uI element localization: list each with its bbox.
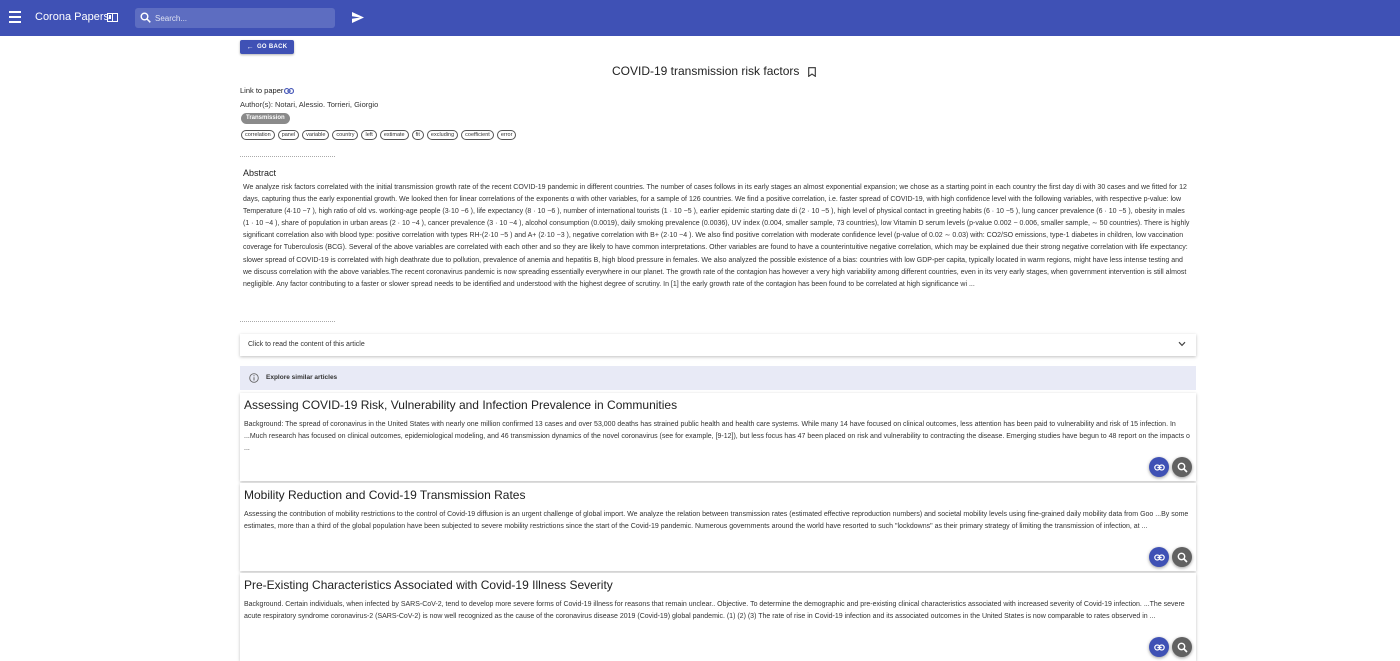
search-box [135,8,335,28]
app-bar: Corona Papers [0,0,1400,36]
menu-icon[interactable] [9,11,21,25]
abstract-heading: Abstract [243,168,277,178]
keyword-chips: correlation panel variable country left … [241,130,517,140]
keyword-chip[interactable]: fit [411,130,424,140]
link-icon [284,88,295,94]
link-to-paper[interactable]: Link to paper [240,86,295,95]
keyword-chip[interactable]: coefficient [461,130,494,140]
article-title[interactable]: Assessing COVID-19 Risk, Vulnerability a… [244,398,677,412]
keyword-chip[interactable]: left [361,130,377,140]
search-input[interactable] [155,11,330,25]
keyword-chip[interactable]: panel [277,130,300,140]
explore-article-button[interactable] [1172,547,1192,567]
article-snippet: Assessing the contribution of mobility r… [244,511,1189,530]
similar-article-card: Assessing COVID-19 Risk, Vulnerability a… [240,393,1196,481]
article-snippet: Background: The spread of coronavirus in… [244,421,1190,452]
keyword-chip[interactable]: estimate [379,130,409,140]
arrow-left-icon: ← [246,43,254,51]
explore-similar-label: Explore similar articles [266,374,338,381]
open-link-button[interactable] [1149,637,1169,657]
bookmark-icon[interactable] [808,67,816,77]
search-icon [1177,552,1188,563]
page-title: COVID-19 transmission risk factors [612,64,800,78]
keyword-chip[interactable]: error [496,130,517,140]
divider [240,321,335,322]
similar-article-card: Pre-Existing Characteristics Associated … [240,573,1196,661]
explore-similar-bar: Explore similar articles [240,366,1196,390]
divider [240,156,335,157]
keyword-chip[interactable]: correlation [241,130,275,140]
keyword-chip[interactable]: variable [302,130,330,140]
book-icon [107,13,118,22]
chevron-down-icon [1178,341,1186,347]
go-back-label: GO BACK [256,44,288,50]
search-icon [140,12,151,23]
link-to-paper-label: Link to paper [240,86,284,95]
send-icon[interactable] [352,12,364,23]
info-icon [249,373,259,383]
expander-label: Click to read the content of this articl… [248,341,365,348]
go-back-button[interactable]: ← GO BACK [240,40,294,54]
explore-article-button[interactable] [1172,457,1192,477]
keyword-chip[interactable]: excluding [426,130,459,140]
keyword-chip[interactable]: country [332,130,359,140]
open-link-button[interactable] [1149,457,1169,477]
open-link-button[interactable] [1149,547,1169,567]
app-title[interactable]: Corona Papers [35,11,109,23]
search-icon [1177,462,1188,473]
similar-article-card: Mobility Reduction and Covid-19 Transmis… [240,483,1196,571]
abstract-text: We analyze risk factors correlated with … [243,184,1190,288]
article-title[interactable]: Pre-Existing Characteristics Associated … [244,578,613,592]
link-icon [1153,463,1165,471]
read-content-expander[interactable]: Click to read the content of this articl… [240,334,1196,356]
explore-article-button[interactable] [1172,637,1192,657]
article-title[interactable]: Mobility Reduction and Covid-19 Transmis… [244,488,525,502]
link-icon [1153,643,1165,651]
search-icon [1177,642,1188,653]
category-chip[interactable]: Transmission [241,113,290,124]
authors: Author(s): Notari, Alessio. Torrieri, Gi… [240,100,379,109]
article-snippet: Background. Certain individuals, when in… [244,601,1185,620]
link-icon [1153,553,1165,561]
